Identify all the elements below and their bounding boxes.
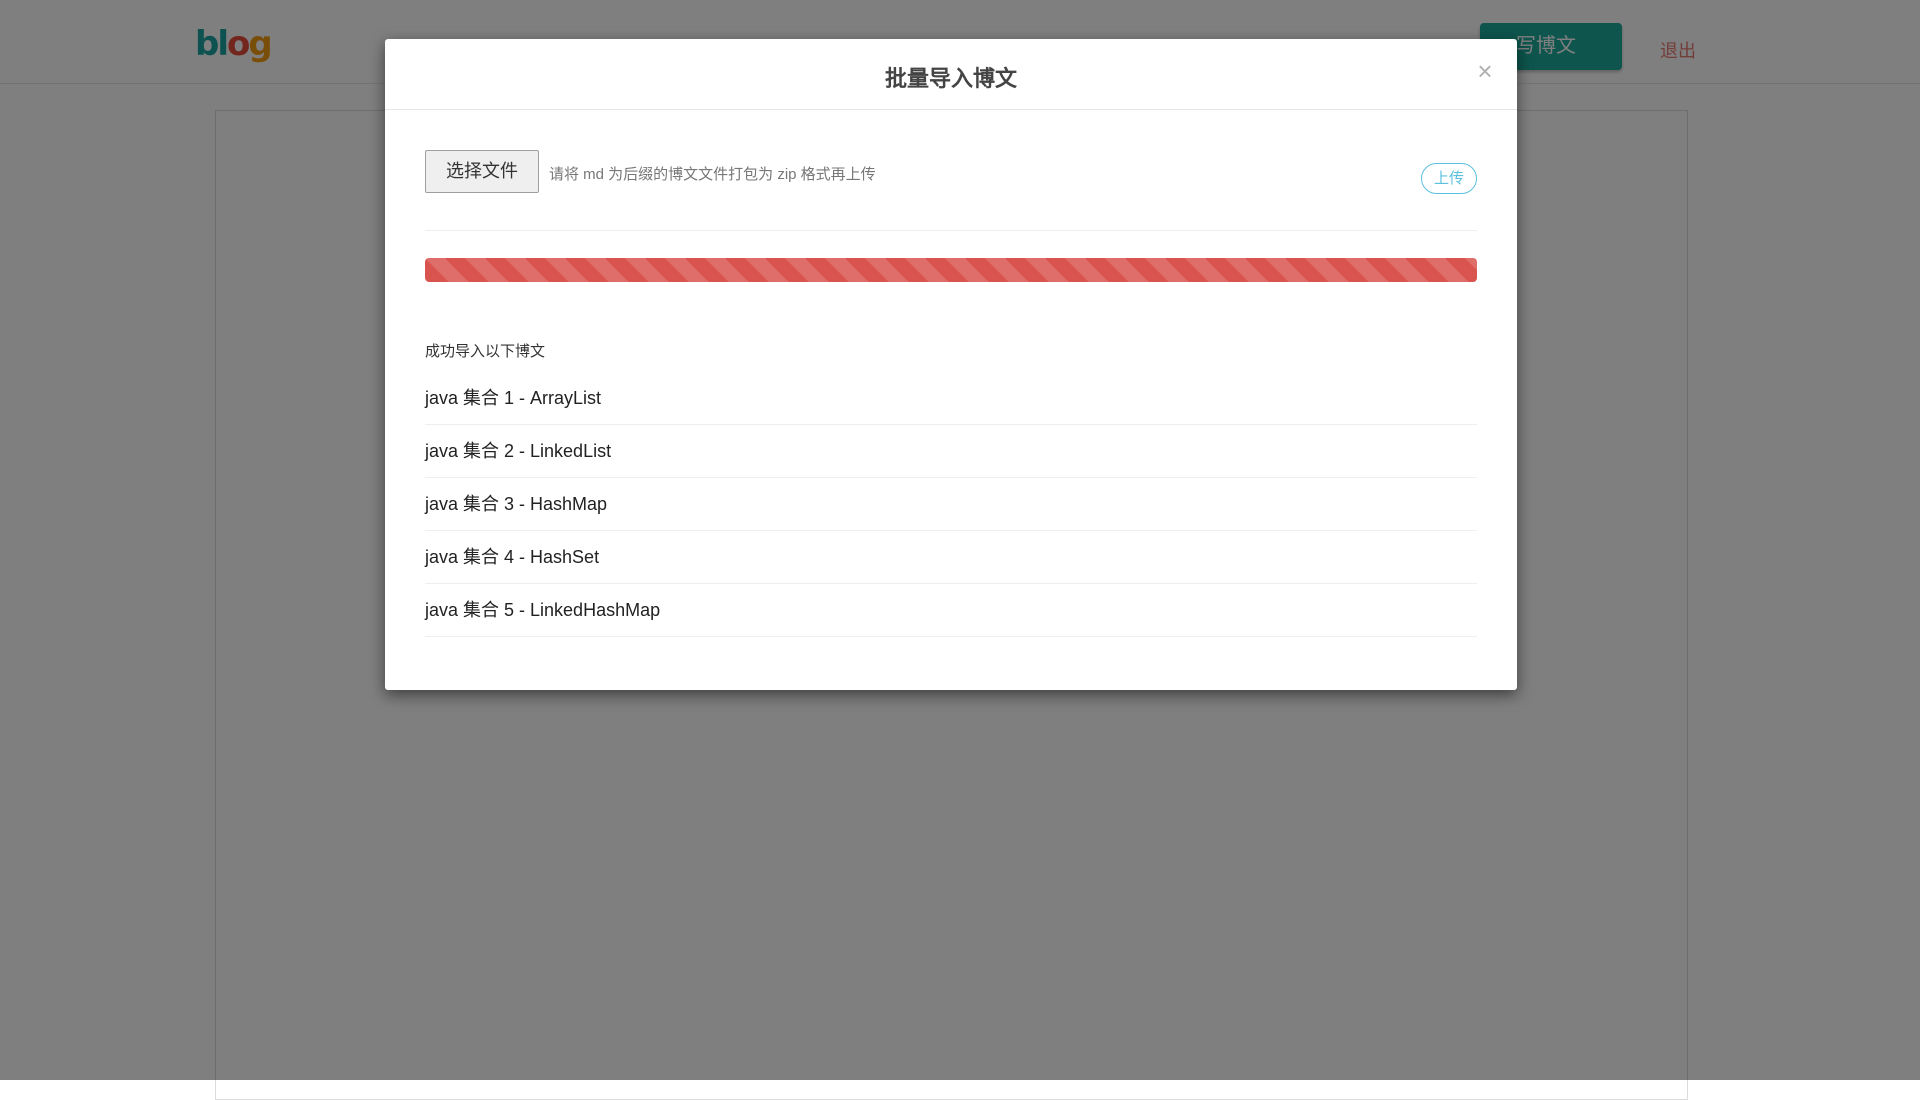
imported-post-item[interactable]: java 集合 3 - HashMap (425, 478, 1477, 531)
modal-title: 批量导入博文 (884, 66, 1017, 92)
upload-progress-bar (425, 258, 1477, 282)
batch-import-modal: 批量导入博文 × 选择文件 请将 md 为后缀的博文文件打包为 zip 格式再上… (385, 39, 1517, 690)
upload-button[interactable]: 上传 (1421, 163, 1477, 194)
close-icon[interactable]: × (1473, 57, 1497, 85)
imported-post-item[interactable]: java 集合 5 - LinkedHashMap (425, 584, 1477, 637)
divider (425, 230, 1477, 231)
imported-post-item[interactable]: java 集合 2 - LinkedList (425, 425, 1477, 478)
imported-post-list: java 集合 1 - ArrayList java 集合 2 - LinkedL… (425, 372, 1477, 637)
imported-post-item[interactable]: java 集合 1 - ArrayList (425, 372, 1477, 425)
upload-hint: 请将 md 为后缀的博文文件打包为 zip 格式再上传 (549, 166, 876, 183)
modal-header: 批量导入博文 × (385, 39, 1517, 110)
choose-file-button[interactable]: 选择文件 (425, 150, 539, 193)
imported-post-item[interactable]: java 集合 4 - HashSet (425, 531, 1477, 584)
upload-progress (425, 258, 1477, 282)
success-label: 成功导入以下博文 (425, 343, 546, 360)
upload-row: 选择文件 请将 md 为后缀的博文文件打包为 zip 格式再上传 上传 (425, 150, 1477, 194)
